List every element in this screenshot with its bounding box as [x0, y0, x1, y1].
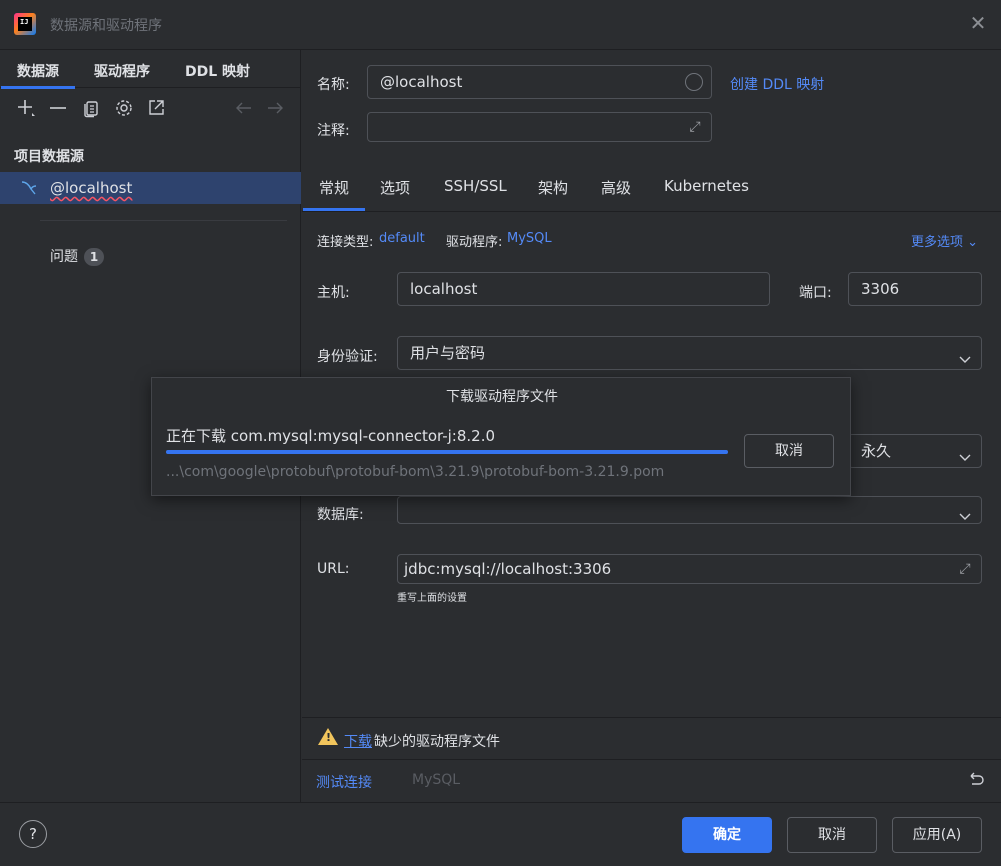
missing-driver-text: 缺少的驱动程序文件: [374, 734, 500, 750]
driver-name-label: MySQL: [412, 772, 461, 788]
name-value: @localhost: [380, 73, 463, 91]
download-progress-bar: [166, 450, 728, 454]
back-arrow-icon[interactable]: [234, 98, 254, 118]
export-icon[interactable]: [146, 98, 166, 118]
url-hint: 重写上面的设置: [397, 593, 467, 604]
warning-icon: [318, 728, 338, 745]
download-driver-dialog: 下载驱动程序文件 正在下载 com.mysql:mysql-connector-…: [151, 377, 851, 496]
chevron-down-icon: ⌄: [967, 235, 979, 250]
left-tabs: 数据源 驱动程序 DDL 映射: [0, 50, 301, 89]
tab-general[interactable]: 常规: [302, 177, 366, 211]
problems-count-badge: 1: [84, 248, 104, 266]
divider: [40, 220, 287, 221]
download-cancel-button[interactable]: 取消: [744, 434, 834, 468]
dialog-button-bar: ? 确定 取消 应用(A): [0, 802, 1001, 866]
copy-icon[interactable]: [81, 98, 101, 118]
name-label: 名称:: [317, 77, 350, 93]
tab-ddl-mappings[interactable]: DDL 映射: [185, 61, 250, 81]
missing-driver-banner: 下载 缺少的驱动程序文件: [302, 717, 1001, 759]
tab-drivers[interactable]: 驱动程序: [94, 61, 150, 81]
connection-type-label: 连接类型:: [317, 235, 374, 250]
auth-label: 身份验证:: [317, 349, 378, 365]
comment-label: 注释:: [317, 123, 350, 139]
name-field[interactable]: @localhost: [367, 65, 712, 99]
expand-icon[interactable]: ⤢: [685, 117, 705, 137]
more-options-label: 更多选项: [911, 235, 964, 250]
driver-label: 驱动程序:: [446, 235, 503, 250]
remove-icon[interactable]: [48, 98, 68, 118]
close-icon[interactable]: ✕: [969, 13, 987, 33]
title-bar: IJ 数据源和驱动程序 ✕: [0, 0, 1001, 50]
cancel-button[interactable]: 取消: [787, 817, 877, 853]
host-input[interactable]: localhost: [397, 272, 770, 306]
tab-advanced[interactable]: 高级: [601, 177, 631, 198]
database-label: 数据库:: [317, 507, 364, 523]
port-input[interactable]: 3306: [848, 272, 982, 306]
settings-tabs: 常规 选项 SSH/SSL 架构 高级 Kubernetes: [302, 162, 1001, 212]
download-dialog-title: 下载驱动程序文件: [446, 389, 558, 405]
save-password-select[interactable]: 永久: [848, 434, 982, 468]
save-value: 永久: [861, 442, 892, 460]
color-circle-icon[interactable]: [685, 73, 703, 91]
port-value: 3306: [861, 280, 900, 298]
connection-type-value[interactable]: default: [379, 231, 425, 246]
chevron-down-icon: [959, 502, 971, 534]
forward-arrow-icon[interactable]: [265, 98, 285, 118]
auth-value: 用户与密码: [410, 344, 486, 362]
app-logo-icon: IJ: [14, 13, 36, 35]
settings-icon[interactable]: [114, 98, 134, 118]
download-link[interactable]: 下载: [344, 731, 372, 751]
project-datasources-heading: 项目数据源: [14, 149, 84, 165]
create-ddl-mapping-link[interactable]: 创建 DDL 映射: [730, 74, 824, 94]
url-value: jdbc:mysql://localhost:3306: [404, 560, 612, 578]
revert-icon[interactable]: [966, 770, 986, 794]
driver-value-link[interactable]: MySQL: [507, 231, 552, 246]
comment-field[interactable]: ⤢: [367, 112, 712, 142]
download-progress-fill: [166, 450, 728, 454]
tab-schemas[interactable]: 架构: [538, 177, 568, 198]
tab-kubernetes[interactable]: Kubernetes: [664, 177, 749, 195]
port-label: 端口:: [799, 285, 832, 301]
window-title: 数据源和驱动程序: [50, 18, 162, 34]
download-file-path: ...\com\google\protobuf\protobuf-bom\3.2…: [166, 464, 665, 480]
url-input[interactable]: jdbc:mysql://localhost:3306 ⤢: [397, 554, 982, 584]
problems-label: 问题: [50, 249, 78, 265]
host-value: localhost: [410, 280, 478, 298]
mysql-dolphin-icon: [20, 179, 37, 195]
test-connection-bar: 测试连接 MySQL: [302, 759, 1001, 802]
ok-button[interactable]: 确定: [682, 817, 772, 853]
chevron-down-icon: [959, 345, 971, 377]
datasource-item-localhost[interactable]: @localhost: [0, 172, 301, 204]
apply-button[interactable]: 应用(A): [892, 817, 982, 853]
tab-datasources[interactable]: 数据源: [1, 61, 75, 89]
host-label: 主机:: [317, 285, 350, 301]
more-options-link[interactable]: 更多选项 ⌄: [911, 231, 978, 250]
database-select[interactable]: [397, 496, 982, 524]
problems-item[interactable]: 问题 1: [50, 246, 104, 266]
add-icon[interactable]: [16, 98, 36, 118]
tab-ssh-ssl[interactable]: SSH/SSL: [444, 177, 507, 195]
datasource-label: @localhost: [50, 179, 133, 197]
chevron-down-icon: [959, 443, 971, 475]
tab-options[interactable]: 选项: [380, 177, 410, 198]
auth-select[interactable]: 用户与密码: [397, 336, 982, 370]
expand-icon[interactable]: ⤢: [955, 559, 975, 579]
help-button[interactable]: ?: [19, 820, 47, 848]
test-connection-link[interactable]: 测试连接: [316, 772, 372, 792]
download-status: 正在下载 com.mysql:mysql-connector-j:8.2.0: [166, 427, 496, 445]
datasource-toolbar: [0, 88, 301, 130]
url-label: URL:: [317, 561, 350, 577]
